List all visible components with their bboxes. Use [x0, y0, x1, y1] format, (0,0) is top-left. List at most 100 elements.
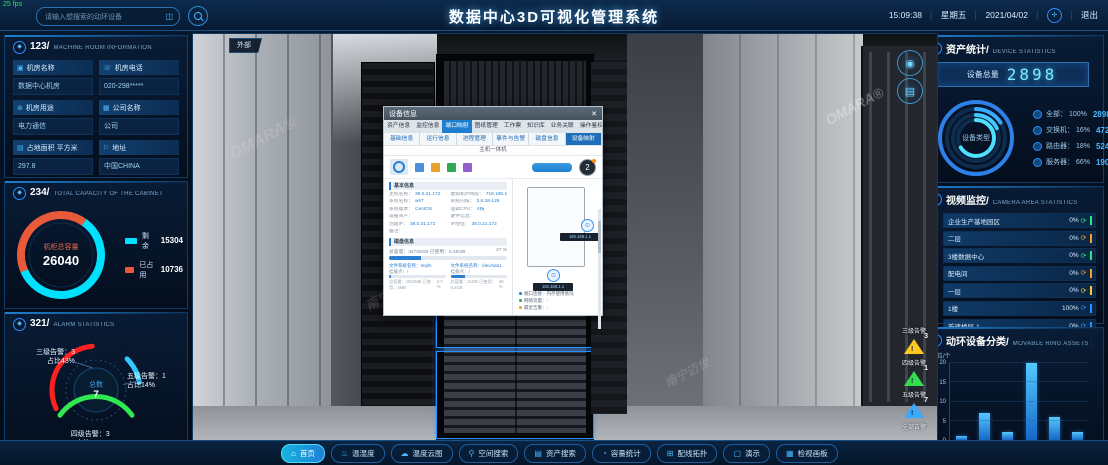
capacity-center: 机柜总容量 26040 [9, 203, 113, 307]
disk-icon[interactable] [463, 163, 472, 172]
camera-area-row[interactable]: 3楼数据中心0%⟳ [943, 248, 1096, 263]
popup-tab-操作鉴权[interactable]: 操作鉴权 [577, 120, 602, 133]
purpose-icon: ⊛ [17, 104, 23, 112]
info-value: 4核 [477, 207, 484, 213]
toolbar-button-容量统计[interactable]: ◔容量统计 [592, 444, 651, 463]
popup-subtab-运行信息[interactable]: 运行信息 [420, 133, 456, 145]
compass-icon[interactable]: ✛ [1047, 8, 1062, 23]
component-icon[interactable] [431, 163, 440, 172]
popup-subtab-基础信息[interactable]: 基础信息 [384, 133, 420, 145]
camera-area-name: 3楼数据中心 [944, 251, 1069, 261]
info-row: 系统版本：CentOS [389, 207, 446, 213]
camera-area-name: 一层 [944, 286, 1069, 296]
refresh-icon[interactable]: ⟳ [1081, 287, 1087, 295]
room-field-label: ⊛机房用途 [13, 100, 93, 115]
popup-subtab-事件与告警[interactable]: 事件与告警 [493, 133, 529, 145]
refresh-icon[interactable]: ⟳ [1081, 269, 1087, 277]
location-icon: ⚐ [103, 144, 109, 152]
divider: │ [973, 11, 978, 20]
popup-tab-知识库[interactable]: 知识库 [524, 120, 547, 133]
alarm-triangle-四级告警[interactable]: !1 [903, 369, 925, 386]
popup-tab-工作票[interactable]: 工作票 [501, 120, 524, 133]
camera-area-pct: 0% [1069, 235, 1078, 242]
camera-area-row[interactable]: 企业生产基地园区0%⟳ [943, 213, 1096, 228]
camera-area-row[interactable]: 1楼100%⟳ [943, 301, 1096, 316]
popup-titlebar[interactable]: 设备信息 ✕ [384, 107, 602, 120]
room-field: ⊛机房用途电力通信 [13, 100, 93, 135]
toolbar-button-资产搜索[interactable]: ▤资产搜索 [524, 444, 586, 463]
legend-swatch [125, 238, 137, 244]
popup-action-button[interactable] [532, 163, 572, 172]
popup-title: 设备信息 [389, 109, 417, 119]
toolbar-button-空间搜索[interactable]: ⚲空间搜索 [459, 444, 519, 463]
search-input[interactable]: 请输入想搜索的动环设备 ◫ [36, 7, 180, 26]
device-map-legend: 端口连接：内存使用情况网络流量：-最近告警：- [519, 290, 574, 311]
logout-button[interactable]: 退出 [1081, 9, 1098, 21]
panel-tools-icon[interactable]: ▤ [897, 78, 923, 104]
popup-tab-监控信息[interactable]: 监控信息 [413, 120, 442, 133]
popup-subtab-进程管理[interactable]: 进程管理 [457, 133, 493, 145]
camera-area-bar [1090, 286, 1093, 295]
rack-selection-outline[interactable] [436, 351, 594, 439]
monitor-icon[interactable]: ◉ [897, 50, 923, 76]
camera-area-row[interactable]: 配电间0%⟳ [943, 266, 1096, 281]
search-button[interactable] [188, 6, 208, 26]
alarm-triangle-五级告警[interactable]: !7 [903, 401, 925, 418]
popup-tab-端口映射[interactable]: 端口映射 [442, 120, 471, 133]
legend-dot-icon [1033, 158, 1042, 167]
toolbar-button-首页[interactable]: ⌂首页 [281, 444, 325, 463]
toolbar-button-检视画板[interactable]: ▦检视画板 [776, 444, 838, 463]
room-field-label-text: 机房用途 [26, 103, 54, 113]
legend-value: 1902 [1096, 158, 1108, 167]
toolbar-button-配线拓扑[interactable]: ⊞配线拓扑 [657, 444, 718, 463]
alarm-triangle-三级告警[interactable]: !3 [903, 337, 925, 354]
alarm-total-value: 7 [89, 390, 103, 401]
refresh-icon[interactable]: ⟳ [1081, 304, 1087, 312]
refresh-icon[interactable]: ⟳ [1081, 234, 1087, 242]
port-icon[interactable]: ⊙ [547, 269, 560, 282]
legend-label: 剩余 [142, 231, 156, 251]
close-icon[interactable]: ✕ [591, 110, 597, 118]
alarm-strip-label: 五级告警 [902, 390, 926, 399]
event-icon[interactable] [447, 163, 456, 172]
port-icon[interactable]: ⊙ [581, 219, 594, 232]
room-field: ▣机房名称数据中心机房 [13, 60, 93, 95]
rack-selection-outline[interactable] [436, 314, 594, 348]
weekday-label: 星期五 [941, 9, 967, 21]
scene-wall-right [703, 34, 863, 412]
gauge-icon[interactable] [390, 159, 408, 175]
popup-subtab-设备映射[interactable]: 设备映射 [566, 133, 602, 145]
info-row: 系统名称：ws7 [389, 199, 446, 205]
toolbar-button-label: 首页 [300, 448, 315, 459]
toolbar-button-演示[interactable]: ▢演示 [723, 444, 770, 463]
info-label: 硬件信息： [451, 214, 475, 220]
warning-triangle-icon [904, 339, 924, 354]
popup-tab-业务关联[interactable]: 业务关联 [548, 120, 577, 133]
camera-area-row[interactable]: 一层0%⟳ [943, 283, 1096, 298]
map-legend-text: 端口连接：内存使用情况 [524, 290, 574, 297]
viewport-tab-exterior[interactable]: 外部 [229, 38, 262, 53]
room-field-label: ▦公司名称 [99, 100, 179, 115]
remote-icon[interactable] [415, 163, 424, 172]
camera-area-row[interactable]: 二层0%⟳ [943, 231, 1096, 246]
panel-capacity-header: ◆ 234/ Total capacity of the cabinet [5, 182, 187, 203]
disk-block: 文件系统名称：/dev/sda1挂载点：/总容量：21GB 已使用：5.4GB2… [451, 263, 508, 291]
camera-area-pct: 0% [1069, 270, 1078, 277]
alert-count-badge[interactable]: 2 [579, 159, 596, 176]
panel-cabinet-capacity: ◆ 234/ Total capacity of the cabinet 机柜总… [4, 181, 188, 309]
popup-tab-资产信息[interactable]: 资产信息 [384, 120, 413, 133]
toolbar-button-温湿度[interactable]: ♨温湿度 [331, 444, 385, 463]
camera-area-bar [1090, 234, 1093, 243]
refresh-icon[interactable]: ⟳ [1081, 217, 1087, 225]
disk-capacity: 总容量：1024MB 已使用：3MB3.7 % [389, 279, 446, 291]
toolbar-button-温度云图[interactable]: ☁温度云图 [391, 444, 453, 463]
refresh-icon[interactable]: ⟳ [1081, 252, 1087, 260]
popup-scrollbar[interactable] [598, 209, 601, 329]
panel-subtitle: Total capacity of the cabinet [53, 191, 163, 197]
panel-subtitle: MOVABLE RING ASSETS [1013, 341, 1089, 347]
popup-subtab-磁盘信息[interactable]: 磁盘信息 [529, 133, 565, 145]
info-row: 虚拟机IP网段：718.180.112 [451, 192, 508, 198]
legend-row: 剩余15304 [125, 231, 183, 251]
room-field: ▤占地面积 平方米297.8 [13, 140, 93, 175]
popup-tab-图纸管理[interactable]: 图纸管理 [472, 120, 501, 133]
